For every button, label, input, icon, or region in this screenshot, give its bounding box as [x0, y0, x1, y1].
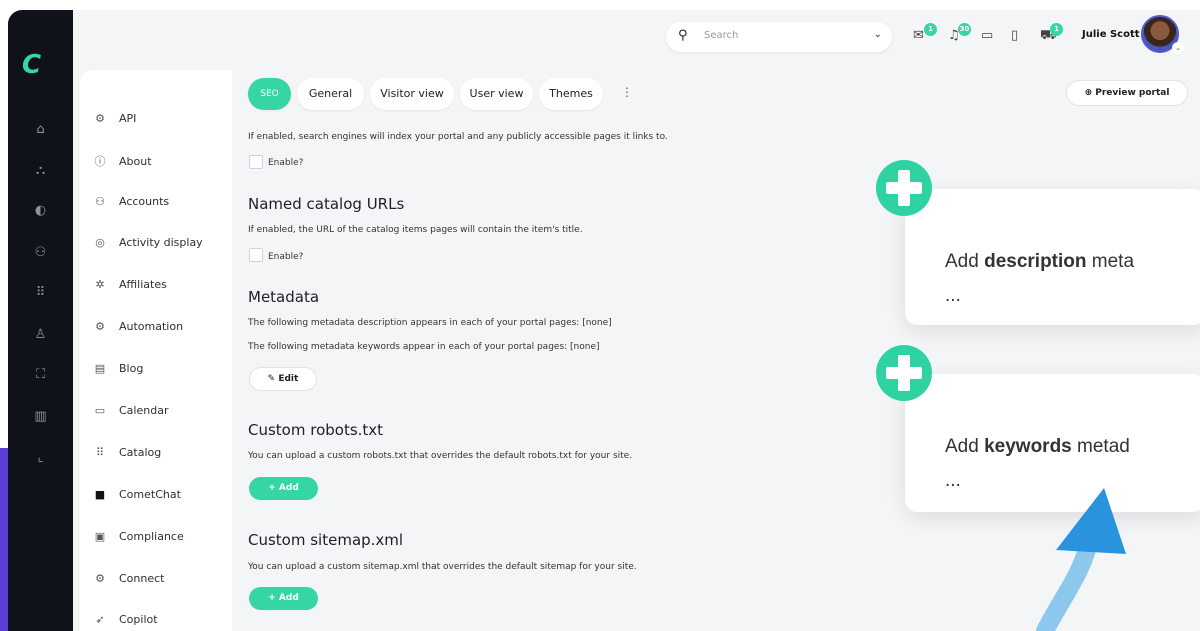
logo-icon[interactable]: C [22, 50, 41, 80]
named-catalog-title: Named catalog URLs [248, 195, 405, 213]
sidebar-item-label: CometChat [119, 488, 181, 501]
add-sitemap-button[interactable]: + Add [249, 587, 318, 610]
tab-general[interactable]: General [297, 78, 364, 110]
sitemap-description: You can upload a custom sitemap.xml that… [248, 562, 637, 572]
sidebar-item-label: API [119, 112, 137, 125]
sidebar-item-accounts[interactable]: ⚇ Accounts [93, 195, 169, 208]
sidebar-item-label: Affiliates [119, 278, 167, 291]
seo-enable-checkbox[interactable] [249, 155, 263, 169]
tab-user-view[interactable]: User view [460, 78, 533, 110]
description-callout-card: Add description meta ... [905, 189, 1200, 325]
grid-icon[interactable]: ⠿ [8, 285, 73, 300]
users-icon[interactable]: ⚇ [8, 245, 73, 260]
sidebar-item-calendar[interactable]: ▭ Calendar [93, 404, 169, 417]
target-icon: ◎ [95, 236, 105, 249]
named-catalog-enable-label: Enable? [268, 252, 304, 262]
callout-ellipsis: ... [945, 285, 961, 306]
user-name[interactable]: Julie Scott [1082, 29, 1140, 40]
metadata-keywords-line: The following metadata keywords appear i… [248, 342, 600, 352]
tab-themes[interactable]: Themes [539, 78, 603, 110]
sitemap-title: Custom sitemap.xml [248, 531, 404, 549]
home-icon[interactable]: ⌂ [8, 122, 73, 137]
clipboard-icon: ▣ [94, 530, 106, 543]
document-icon: ▤ [94, 362, 106, 375]
edit-metadata-button[interactable]: ✎ Edit [249, 367, 317, 391]
calendar-icon: ▭ [94, 404, 106, 417]
sidebar-item-connect[interactable]: ⚙ Connect [93, 572, 164, 585]
chart-icon[interactable]: ⌞ [8, 450, 73, 465]
messages-badge: 1 [924, 23, 937, 36]
left-edge-strip [0, 448, 8, 631]
plus-icon [876, 160, 932, 216]
org-chart-icon[interactable]: ⛬ [8, 163, 73, 178]
sidebar-item-label: Accounts [119, 195, 170, 208]
named-catalog-enable-checkbox[interactable] [249, 248, 263, 262]
chat-icon: ■ [94, 488, 106, 501]
person-icon[interactable]: ♙ [8, 327, 73, 342]
network-icon[interactable]: ⛶ [8, 367, 73, 382]
rocket-icon: ➶ [95, 613, 105, 626]
callout-ellipsis: ... [945, 470, 961, 491]
info-icon: ⓘ [94, 155, 106, 168]
add-robots-button[interactable]: + Add [249, 477, 318, 500]
sidebar-item-label: Compliance [119, 530, 184, 543]
sidebar-item-activity-display[interactable]: ◎ Activity display [93, 236, 203, 249]
sidebar-item-automation[interactable]: ⚙ Automation [93, 320, 183, 333]
sidebar-item-catalog[interactable]: ⠿ Catalog [93, 446, 161, 459]
arrow-icon [1036, 488, 1126, 631]
sidebar-item-cometchat[interactable]: ■ CometChat [93, 488, 181, 501]
calendar-icon[interactable]: ▭ [981, 28, 993, 43]
sidebar-item-label: Activity display [119, 236, 203, 249]
gear-icon: ⚙ [95, 320, 105, 333]
sidebar-item-label: Blog [119, 362, 144, 375]
sidebar-item-affiliates[interactable]: ✲ Affiliates [93, 278, 167, 291]
sidebar-item-label: Calendar [119, 404, 169, 417]
chevron-down-icon[interactable]: ⌄ [874, 29, 882, 40]
tab-seo[interactable]: SEO [248, 78, 291, 110]
pencil-icon: ✎ [267, 374, 279, 384]
seo-enable-label: Enable? [268, 158, 304, 168]
nav-rail: C ⌂ ⛬ ◐ ⚇ ⠿ ♙ ⛶ ▥ ⌞ [8, 10, 73, 631]
sidebar-item-label: Catalog [119, 446, 162, 459]
notifications-badge: 30 [958, 23, 971, 36]
sidebar-item-api[interactable]: ⚙ API [93, 112, 136, 125]
palette-icon[interactable]: ◐ [8, 203, 73, 218]
gear-icon: ⚙ [95, 112, 105, 125]
globe-icon: ⊕ [1084, 88, 1096, 98]
search-input[interactable]: ⚲ Search ⌄ [666, 22, 892, 52]
people-icon: ⚇ [95, 195, 105, 208]
seo-description: If enabled, search engines will index yo… [248, 132, 668, 142]
preview-portal-button[interactable]: ⊕ Preview portal [1066, 80, 1188, 106]
trash-icon[interactable]: ▯ [1011, 28, 1018, 43]
metadata-description-line: The following metadata description appea… [248, 318, 612, 328]
chevron-down-icon[interactable]: ⌄ [1172, 42, 1184, 54]
cart-badge: 1 [1050, 23, 1063, 36]
sidebar-item-label: Copilot [119, 613, 158, 626]
tab-visitor-view[interactable]: Visitor view [370, 78, 454, 110]
more-options-icon[interactable]: ⋮ [621, 85, 633, 99]
plus-icon [876, 345, 932, 401]
robots-title: Custom robots.txt [248, 421, 384, 439]
messages-icon[interactable]: ✉ [913, 28, 924, 43]
library-icon[interactable]: ▥ [8, 409, 73, 424]
preview-label: Preview portal [1095, 88, 1170, 98]
sidebar-item-compliance[interactable]: ▣ Compliance [93, 530, 184, 543]
sidebar-item-about[interactable]: ⓘ About [93, 153, 152, 169]
edit-label: Edit [278, 374, 299, 384]
sidebar-item-label: Connect [119, 572, 165, 585]
sidebar-item-blog[interactable]: ▤ Blog [93, 362, 144, 375]
metadata-title: Metadata [248, 288, 320, 306]
gear-icon: ⚙ [95, 572, 105, 585]
robots-description: You can upload a custom robots.txt that … [248, 451, 633, 461]
handshake-icon: ✲ [95, 278, 105, 291]
sidebar-item-label: About [119, 154, 152, 168]
search-placeholder: Search [704, 30, 739, 41]
sidebar-item-label: Automation [119, 320, 184, 333]
named-catalog-description: If enabled, the URL of the catalog items… [248, 225, 583, 235]
search-icon: ⚲ [678, 28, 688, 43]
callout-text: Add description meta [945, 251, 1135, 272]
callout-text: Add keywords metad [945, 436, 1130, 457]
grid-icon: ⠿ [95, 446, 105, 459]
sidebar-item-copilot[interactable]: ➶ Copilot [93, 613, 158, 626]
